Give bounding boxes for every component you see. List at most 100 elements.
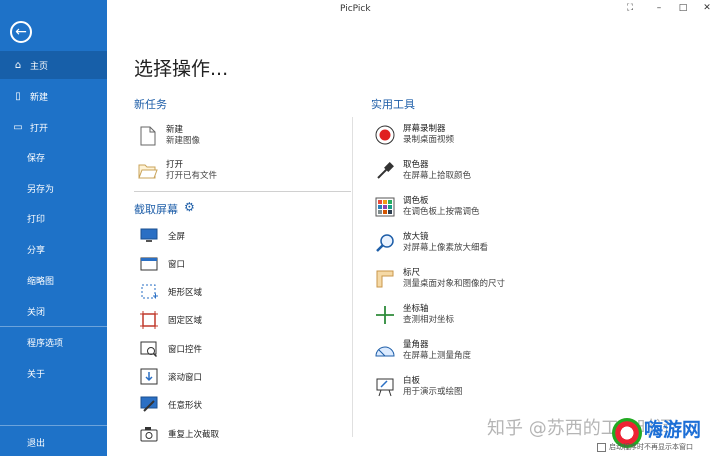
sidebar-item-save[interactable]: 保存 [0,143,107,171]
fixed-region-icon [139,310,159,330]
region-icon [139,282,159,302]
sidebar-item-label: 关于 [27,369,46,380]
page-title: 选择操作... [134,58,229,80]
protractor-icon [374,340,396,362]
item-label: 标尺 [403,268,421,278]
capture-label: 窗口 [168,260,186,270]
window-icon [139,254,159,274]
sidebar-divider [0,425,107,426]
item-label: 屏幕录制器 [403,124,446,134]
capture-label: 滚动窗口 [168,373,203,383]
sidebar-item-save-as[interactable]: 另存为 [0,174,107,202]
item-label: 量角器 [403,340,429,350]
sidebar-item-label: 分享 [27,245,46,256]
capture-label: 窗口控件 [168,345,203,355]
item-sublabel: 在调色板上按需调色 [403,207,480,217]
item-label: 调色板 [403,196,429,206]
tool-color-picker[interactable]: 取色器 在屏幕上拾取颜色 [374,156,471,186]
capture-window[interactable]: 窗口 [139,253,185,275]
item-label: 取色器 [403,160,429,170]
sidebar-item-label: 关闭 [27,307,46,318]
tool-magnifier[interactable]: 放大镜 对屏幕上像素放大细看 [374,228,488,258]
capture-fixed-region[interactable]: 固定区域 [139,309,202,331]
sidebar-item-print[interactable]: 打印 [0,204,107,232]
sidebar-item-about[interactable]: 关于 [0,359,107,387]
item-label: 放大镜 [403,232,429,242]
record-icon [374,124,396,146]
sidebar-item-label: 打印 [27,214,46,225]
sidebar-item-share[interactable]: 分享 [0,235,107,263]
sidebar-item-thumbnail[interactable]: 缩略图 [0,266,107,294]
section-title-tools: 实用工具 [371,98,415,111]
sidebar-item-label: 程序选项 [27,338,64,349]
capture-freehand[interactable]: 任意形状 [139,394,202,416]
item-label: 白板 [403,376,421,386]
item-sublabel: 在屏幕上拾取颜色 [403,171,472,181]
open-file-item[interactable]: 打开 打开已有文件 [137,156,217,186]
sidebar-item-new[interactable]: ▯ 新建 [0,82,107,110]
snap-icon[interactable]: ⛶ [623,3,637,13]
item-sublabel: 测量桌面对象和图像的尺寸 [403,279,506,289]
capture-label: 任意形状 [168,401,203,411]
maximize-icon[interactable]: □ [676,3,690,13]
freehand-icon [139,395,159,415]
item-label: 打开 [166,160,184,170]
item-sublabel: 查测相对坐标 [403,315,455,325]
startup-checkbox-label: 启动程序时不再显示本窗口 [609,443,693,451]
ruler-icon [374,268,396,290]
close-icon[interactable]: ✕ [700,3,714,13]
camera-icon [139,424,159,444]
section-divider [134,191,351,192]
tool-protractor[interactable]: 量角器 在屏幕上测量角度 [374,336,471,366]
sidebar-item-open[interactable]: ▭ 打开 [0,113,107,141]
sidebar-item-label: 主页 [30,61,49,72]
item-label: 新建 [166,125,184,135]
home-icon: ⌂ [14,59,22,71]
open-folder-icon [137,160,159,182]
palette-icon [374,196,396,218]
item-sublabel: 在屏幕上测量角度 [403,351,472,361]
sidebar-item-label: 打开 [30,123,49,134]
sidebar-item-label: 保存 [27,153,46,164]
item-sublabel: 录制桌面视频 [403,135,455,145]
eyedropper-icon [374,160,396,182]
tool-color-palette[interactable]: 调色板 在调色板上按需调色 [374,192,480,222]
whiteboard-icon [374,376,396,398]
tool-crosshair[interactable]: 坐标轴 查测相对坐标 [374,300,454,330]
capture-scrolling-window[interactable]: 滚动窗口 [139,366,202,388]
capture-label: 固定区域 [168,316,203,326]
tool-screen-recorder[interactable]: 屏幕录制器 录制桌面视频 [374,120,454,150]
monitor-icon [139,226,159,246]
sidebar-item-exit[interactable]: 退出 [0,428,107,456]
sidebar-divider [0,326,107,327]
item-sublabel: 打开已有文件 [166,171,218,181]
column-divider [352,117,353,437]
section-title-new-task: 新任务 [134,98,167,111]
new-image-item[interactable]: 新建 新建图像 [137,121,200,151]
item-sublabel: 对屏幕上像素放大细看 [403,243,489,253]
capture-region[interactable]: 矩形区域 [139,281,202,303]
tool-whiteboard[interactable]: 白板 用于演示或绘图 [374,372,463,402]
capture-repeat-last[interactable]: 重复上次截取 [139,423,219,445]
item-sublabel: 用于演示或绘图 [403,387,463,397]
back-arrow-icon[interactable]: ← [10,21,32,43]
checkbox-icon[interactable] [597,442,606,452]
sidebar-item-options[interactable]: 程序选项 [0,328,107,356]
capture-window-control[interactable]: 窗口控件 [139,338,202,360]
sidebar-item-home[interactable]: ⌂ 主页 [0,51,107,79]
gear-icon[interactable]: ⚙ [184,200,195,214]
item-sublabel: 新建图像 [166,136,201,146]
capture-label: 矩形区域 [168,288,203,298]
crosshair-icon [374,304,396,326]
startup-checkbox[interactable]: 启动程序时不再显示本窗口 [597,442,693,452]
minimize-icon[interactable]: – [652,3,666,13]
sidebar-item-label: 缩略图 [27,276,55,287]
sidebar-item-close[interactable]: 关闭 [0,297,107,325]
sidebar-item-label: 另存为 [27,184,55,195]
new-file-icon [137,125,159,147]
capture-fullscreen[interactable]: 全屏 [139,225,185,247]
sidebar: ← ⌂ 主页 ▯ 新建 ▭ 打开 保存 另存为 打印 分享 缩略图 关闭 程序选… [0,0,107,456]
section-title-capture: 截取屏幕 [134,203,178,216]
sidebar-item-label: 新建 [30,92,49,103]
tool-ruler[interactable]: 标尺 测量桌面对象和图像的尺寸 [374,264,505,294]
